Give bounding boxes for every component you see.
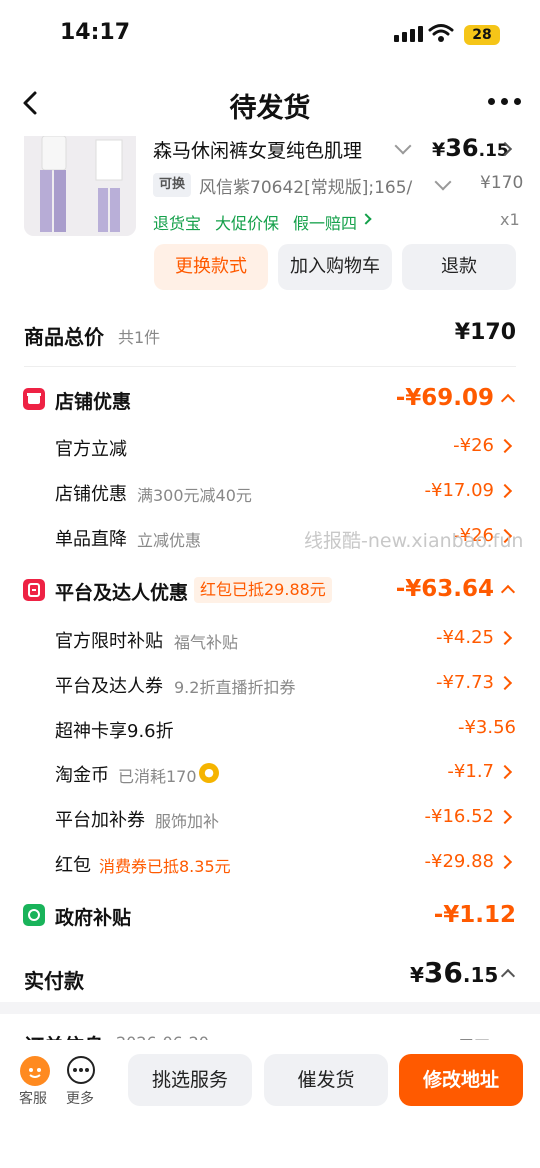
more-icon[interactable] [488, 98, 521, 105]
goods-total-value: ¥170 [454, 320, 516, 345]
row-extra-coupon-sub: 服饰加补 [155, 812, 220, 831]
shop-discount-total: -¥69.09 [395, 385, 494, 411]
row-official-cut-value: -¥26 [453, 435, 494, 456]
row-single-drop-label: 单品直降 [55, 529, 127, 550]
status-bar: 14:17 28 [0, 0, 540, 70]
battery-icon: 28 [464, 25, 500, 45]
redpacket-badge: 红包已抵29.88元 [194, 577, 332, 603]
row-limited-subsidy-sub: 福气补贴 [174, 633, 239, 652]
gov-subsidy-title: 政府补贴 [55, 907, 132, 929]
status-time: 14:17 [60, 20, 131, 45]
row-limited-subsidy-value: -¥4.25 [435, 627, 494, 648]
customer-service-label[interactable]: 客服 [19, 1088, 47, 1108]
edit-address-button[interactable]: 修改地址 [399, 1054, 523, 1106]
row-redpacket-value: -¥29.88 [424, 851, 494, 872]
wifi-icon [428, 24, 454, 42]
chevron-down-icon[interactable] [394, 137, 412, 155]
service-chevron-icon [360, 213, 372, 225]
exchange-tag: 可换 [153, 173, 192, 197]
more-options-label[interactable]: 更多 [66, 1088, 94, 1108]
sku-text[interactable]: 风信紫70642[常规版];165/ [199, 173, 421, 198]
service-price-protect: 大促价保 [215, 214, 280, 233]
customer-service-icon[interactable] [20, 1056, 50, 1086]
nav-bar: 待发货 [0, 70, 540, 136]
bottom-bar: 客服 更多 挑选服务 催发货 修改地址 [0, 1040, 540, 1168]
coin-icon: ● [199, 763, 219, 783]
row-shop-discount-value: -¥17.09 [424, 480, 494, 501]
sku-chevron-down-icon[interactable] [434, 173, 452, 191]
add-to-cart-button[interactable]: 加入购物车 [278, 244, 392, 290]
row-taojinbi-label: 淘金币 [55, 765, 109, 786]
collapse-paid-icon[interactable] [500, 968, 516, 984]
chevron-right-icon[interactable] [497, 630, 513, 646]
paid-amount: ¥36.15 [410, 956, 499, 989]
gov-subsidy-value: -¥1.12 [433, 902, 516, 928]
row-single-drop-sub: 立减优惠 [137, 531, 202, 550]
platform-discount-total: -¥63.64 [395, 576, 494, 602]
pick-service-button[interactable]: 挑选服务 [128, 1054, 252, 1106]
collapse-icon[interactable] [500, 584, 516, 600]
goods-count: 共1件 [118, 328, 161, 347]
product-name[interactable]: 森马休闲裤女夏纯色肌理 [153, 136, 385, 163]
order-card: 森马休闲裤女夏纯色肌理 ¥36.15 可换 风信紫70642[常规版];165/… [0, 134, 540, 1002]
row-shop-discount-sub: 满300元减40元 [137, 486, 252, 505]
collapse-icon[interactable] [500, 393, 516, 409]
shop-discount-title: 店铺优惠 [55, 391, 132, 413]
row-super-card-value: -¥3.56 [457, 717, 516, 738]
row-redpacket-sub: 消费券已抵8.35元 [99, 857, 231, 876]
chevron-right-icon[interactable] [497, 809, 513, 825]
service-returnship: 退货宝 [153, 214, 202, 233]
goods-total-label: 商品总价 [24, 325, 104, 349]
row-redpacket-label: 红包 [55, 855, 91, 876]
row-extra-coupon-label: 平台加补券 [55, 810, 145, 831]
row-taojinbi-value: -¥1.7 [447, 761, 494, 782]
refund-button[interactable]: 退款 [402, 244, 516, 290]
change-style-button[interactable]: 更换款式 [154, 244, 268, 290]
chevron-right-icon[interactable] [497, 854, 513, 870]
page-title: 待发货 [229, 93, 311, 124]
chevron-right-icon[interactable] [497, 483, 513, 499]
row-limited-subsidy-label: 官方限时补贴 [55, 631, 163, 652]
row-platform-coupon-sub: 9.2折直播折扣券 [174, 678, 296, 697]
original-price: ¥170 [480, 173, 524, 193]
row-taojinbi-sub: 已消耗170 [118, 767, 197, 786]
service-fake-compensate[interactable]: 假一赔四 [293, 210, 357, 234]
paid-label: 实付款 [24, 969, 84, 993]
chevron-right-icon[interactable] [497, 675, 513, 691]
row-platform-coupon-value: -¥7.73 [435, 672, 494, 693]
platform-coupon-icon [23, 579, 45, 601]
divider [24, 366, 516, 367]
row-shop-discount-label: 店铺优惠 [55, 484, 127, 505]
row-platform-coupon-label: 平台及达人券 [55, 676, 163, 697]
chevron-right-icon[interactable] [497, 438, 513, 454]
row-super-card-label: 超神卡享9.6折 [55, 721, 174, 742]
product-thumbnail[interactable] [24, 136, 136, 236]
row-extra-coupon-value: -¥16.52 [424, 806, 494, 827]
row-official-cut-label: 官方立减 [55, 439, 127, 460]
gov-subsidy-icon [23, 904, 45, 926]
chevron-right-icon[interactable] [497, 764, 513, 780]
signal-icon [394, 26, 423, 42]
platform-discount-title: 平台及达人优惠 [55, 582, 189, 604]
more-options-icon[interactable] [67, 1056, 95, 1084]
urge-shipping-button[interactable]: 催发货 [264, 1054, 388, 1106]
watermark: 线报酷-new.xianbao.fun [304, 530, 524, 552]
quantity: x1 [500, 210, 520, 229]
shop-icon [23, 388, 45, 410]
